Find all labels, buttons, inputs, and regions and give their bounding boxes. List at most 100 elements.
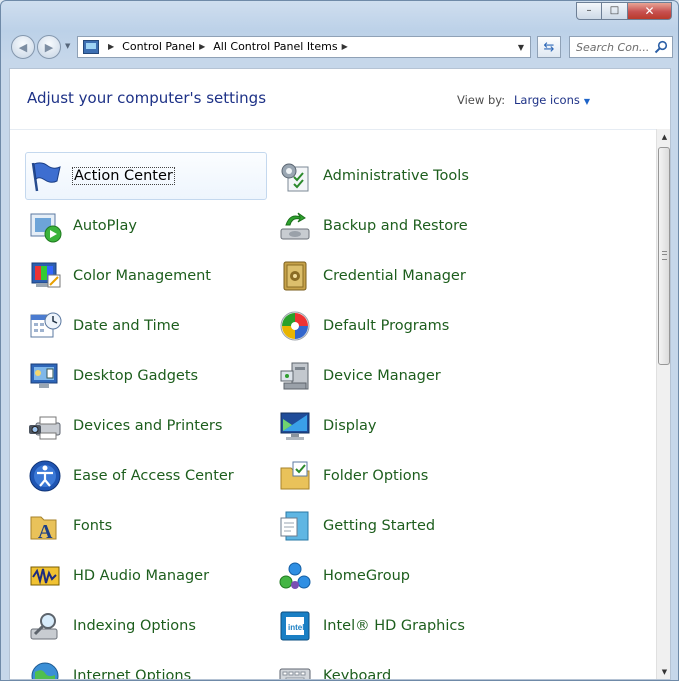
fonts-folder-icon: A: [30, 516, 57, 543]
item-label: Backup and Restore: [323, 218, 468, 234]
breadcrumb-control-panel[interactable]: Control Panel: [122, 40, 195, 53]
action-center-flag-icon: [31, 162, 61, 192]
device-manager-icon: [280, 362, 309, 390]
item-intel-graphics[interactable]: intel Intel® HD Graphics: [275, 602, 517, 650]
item-ease-of-access[interactable]: Ease of Access Center: [25, 452, 267, 500]
backup-restore-icon: [280, 212, 310, 240]
maximize-button[interactable]: □: [602, 2, 628, 20]
item-action-center-flag[interactable]: Action Center: [25, 152, 267, 200]
content-header: Adjust your computer's settings View by:…: [10, 69, 656, 130]
intel-graphics-icon: intel: [280, 611, 310, 641]
minimize-button[interactable]: –: [576, 2, 602, 20]
address-bar[interactable]: ▶ Control Panel ▶ All Control Panel Item…: [77, 36, 531, 58]
item-indexing-options[interactable]: Indexing Options: [25, 602, 267, 650]
minimize-icon: –: [586, 5, 592, 16]
item-label: Credential Manager: [323, 268, 466, 284]
search-icon[interactable]: [654, 40, 668, 54]
item-autoplay[interactable]: AutoPlay: [25, 202, 267, 250]
item-keyboard[interactable]: Keyboard: [275, 652, 517, 680]
item-audio-manager[interactable]: HD Audio Manager: [25, 552, 267, 600]
svg-text:A: A: [38, 521, 53, 543]
item-label: Date and Time: [73, 318, 180, 334]
item-label: Action Center: [72, 167, 175, 185]
back-arrow-icon: ◀: [18, 40, 28, 54]
control-panel-window: – □ ✕ ◀ ▶ ▼ ▶ Control Panel ▶ All Contro…: [0, 0, 679, 681]
item-label: Devices and Printers: [73, 418, 223, 434]
item-device-manager[interactable]: Device Manager: [275, 352, 517, 400]
item-printer-camera[interactable]: Devices and Printers: [25, 402, 267, 450]
close-button[interactable]: ✕: [628, 2, 672, 20]
item-homegroup[interactable]: HomeGroup: [275, 552, 517, 600]
address-dropdown-icon[interactable]: ▼: [518, 43, 524, 52]
scroll-down-button[interactable]: ▼: [657, 664, 670, 679]
content-pane: Adjust your computer's settings View by:…: [9, 68, 671, 680]
recent-pages-dropdown[interactable]: ▼: [65, 42, 70, 50]
chevron-right-icon[interactable]: ▶: [199, 42, 205, 51]
breadcrumb-all-items[interactable]: All Control Panel Items: [213, 40, 337, 53]
item-label: Device Manager: [323, 368, 441, 384]
item-folder-options[interactable]: Folder Options: [275, 452, 517, 500]
color-management-icon: [31, 262, 61, 288]
navigation-bar: ◀ ▶ ▼ ▶ Control Panel ▶ All Control Pane…: [7, 33, 673, 61]
calendar-clock-icon: [30, 312, 62, 338]
item-getting-started[interactable]: Getting Started: [275, 502, 517, 550]
monitor-icon: [280, 412, 310, 440]
item-default-programs[interactable]: Default Programs: [275, 302, 517, 350]
item-label: Intel® HD Graphics: [323, 618, 465, 634]
forward-arrow-icon: ▶: [44, 40, 54, 54]
item-label: Color Management: [73, 268, 211, 284]
item-label: Internet Options: [73, 668, 192, 680]
chevron-right-icon[interactable]: ▶: [342, 42, 348, 51]
item-label: Ease of Access Center: [73, 468, 234, 484]
scrollbar-thumb[interactable]: [658, 147, 670, 365]
item-fonts-folder[interactable]: A Fonts: [25, 502, 267, 550]
view-by-label: View by:: [457, 93, 506, 107]
scroll-up-button[interactable]: ▲: [657, 129, 670, 145]
view-by-value: Large icons: [514, 93, 580, 107]
item-label: Getting Started: [323, 518, 436, 534]
keyboard-icon: [279, 668, 311, 679]
item-label: Default Programs: [323, 318, 450, 334]
vertical-scrollbar[interactable]: ▲ ▼: [656, 129, 670, 679]
folder-options-icon: [280, 461, 310, 490]
audio-manager-icon: [30, 566, 60, 586]
item-label: Desktop Gadgets: [73, 368, 199, 384]
item-backup-restore[interactable]: Backup and Restore: [275, 202, 517, 250]
item-desktop-gadgets[interactable]: Desktop Gadgets: [25, 352, 267, 400]
item-label: Administrative Tools: [323, 168, 469, 184]
caption-buttons: – □ ✕: [576, 2, 672, 20]
item-label: Fonts: [73, 518, 113, 534]
item-label: Folder Options: [323, 468, 429, 484]
chevron-right-icon[interactable]: ▶: [108, 42, 114, 51]
view-by-dropdown[interactable]: Large icons ▼: [514, 93, 590, 107]
item-administrative-tools[interactable]: Administrative Tools: [275, 152, 517, 200]
close-icon: ✕: [644, 4, 655, 18]
item-label: HD Audio Manager: [73, 568, 210, 584]
refresh-button[interactable]: ⇆: [537, 36, 561, 58]
svg-text:intel: intel: [288, 623, 304, 632]
back-button[interactable]: ◀: [11, 35, 35, 59]
item-color-management[interactable]: Color Management: [25, 252, 267, 300]
item-internet-options[interactable]: Internet Options: [25, 652, 267, 680]
refresh-icon: ⇆: [543, 39, 555, 55]
item-label: Indexing Options: [73, 618, 196, 634]
chevron-down-icon: ▼: [583, 97, 591, 106]
item-credential-vault[interactable]: Credential Manager: [275, 252, 517, 300]
item-calendar-clock[interactable]: Date and Time: [25, 302, 267, 350]
item-monitor[interactable]: Display: [275, 402, 517, 450]
search-box: [569, 36, 673, 58]
item-label: Keyboard: [323, 668, 392, 680]
getting-started-icon: [280, 511, 309, 541]
internet-options-icon: [31, 662, 59, 679]
item-label: AutoPlay: [73, 218, 137, 234]
printer-camera-icon: [29, 416, 61, 440]
forward-button[interactable]: ▶: [37, 35, 61, 59]
search-input[interactable]: [570, 37, 656, 57]
default-programs-icon: [280, 311, 310, 341]
grip-icon: [662, 251, 667, 260]
maximize-icon: □: [609, 5, 620, 16]
ease-of-access-icon: [29, 460, 61, 492]
desktop-gadgets-icon: [30, 363, 58, 388]
administrative-tools-icon: [281, 163, 309, 192]
item-label: HomeGroup: [323, 568, 410, 584]
